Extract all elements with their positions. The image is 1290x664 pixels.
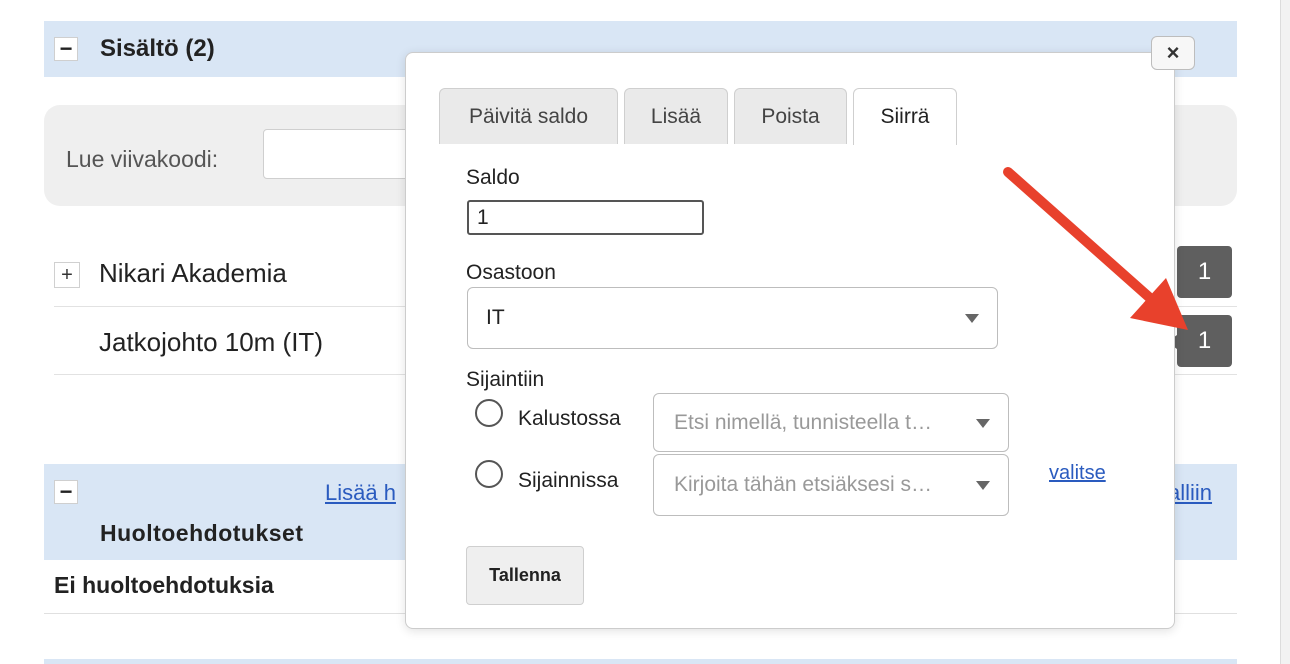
department-select-value: IT	[486, 306, 505, 329]
saldo-input[interactable]: 1	[467, 200, 704, 235]
content-section-title: Sisältö (2)	[100, 35, 215, 62]
equipment-search-select[interactable]: Etsi nimellä, tunnisteella t…	[653, 393, 1009, 452]
empty-state-text: Ei huoltoehdotuksia	[54, 572, 274, 598]
chevron-down-icon	[976, 481, 990, 490]
choose-link[interactable]: valitse	[1049, 462, 1106, 485]
tab-update-balance[interactable]: Päivitä saldo	[439, 88, 618, 144]
maintenance-section-title: Huoltoehdotukset	[100, 520, 304, 546]
transfer-dialog: × Päivitä saldo Lisää Poista Siirrä Sald…	[405, 36, 1195, 629]
location-search-placeholder: Kirjoita tähän etsiäksesi s…	[674, 473, 932, 496]
tab-transfer[interactable]: Siirrä	[853, 88, 957, 145]
saldo-label: Saldo	[466, 166, 520, 189]
radio-sijainnissa[interactable]	[475, 460, 503, 488]
barcode-input[interactable]	[263, 129, 423, 179]
radio-kalustossa[interactable]	[475, 399, 503, 427]
radio-kalustossa-label[interactable]: Kalustossa	[518, 407, 621, 431]
department-label: Osastoon	[466, 261, 556, 284]
save-button[interactable]: Tallenna	[466, 546, 584, 605]
add-maintenance-link[interactable]: Lisää h	[325, 480, 396, 506]
item-name[interactable]: Jatkojohto 10m (IT)	[99, 327, 323, 358]
barcode-label: Lue viivakoodi:	[66, 146, 219, 172]
tab-add[interactable]: Lisää	[624, 88, 728, 144]
collapse-toggle[interactable]: −	[54, 480, 78, 504]
dialog-tabs: Päivitä saldo Lisää Poista Siirrä	[439, 88, 1139, 145]
department-select[interactable]: IT	[467, 287, 998, 349]
page-scrollbar-rail[interactable]	[1280, 0, 1290, 664]
count-badge[interactable]: 1	[1167, 315, 1232, 367]
equipment-search-placeholder: Etsi nimellä, tunnisteella t…	[674, 410, 932, 434]
location-label: Sijaintiin	[466, 368, 545, 391]
collapse-toggle[interactable]: −	[54, 37, 78, 61]
item-name[interactable]: Nikari Akademia	[99, 258, 287, 289]
chevron-down-icon	[965, 314, 979, 323]
close-button[interactable]: ×	[1151, 36, 1195, 70]
chevron-down-icon	[976, 418, 990, 428]
location-search-select[interactable]: Kirjoita tähän etsiäksesi s…	[653, 454, 1009, 516]
expand-toggle[interactable]: +	[54, 262, 80, 288]
next-section-header	[44, 659, 1237, 664]
tab-remove[interactable]: Poista	[734, 88, 847, 144]
radio-sijainnissa-label[interactable]: Sijainnissa	[518, 469, 618, 493]
count-badge[interactable]: 1	[1177, 246, 1232, 298]
